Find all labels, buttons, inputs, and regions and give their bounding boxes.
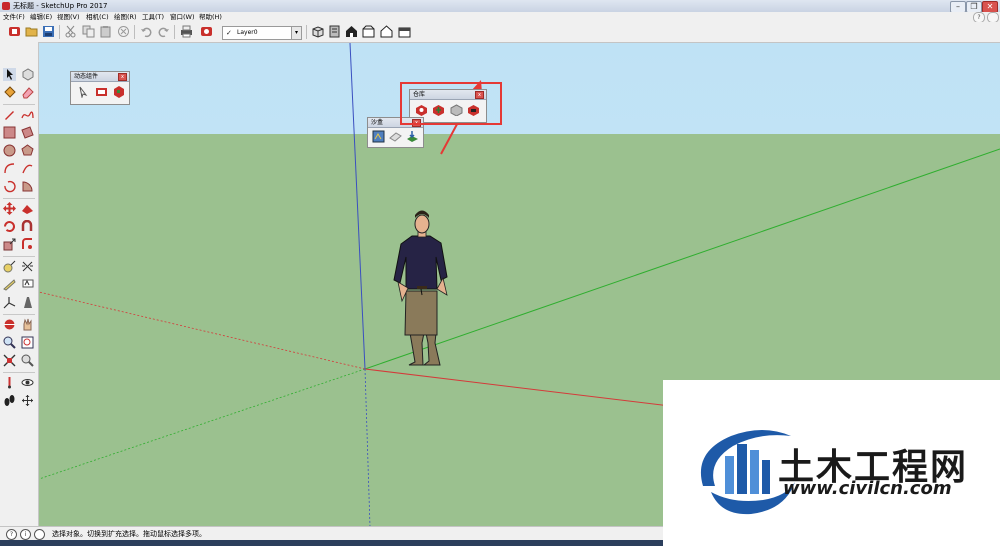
layer-name: Layer0 <box>237 29 258 36</box>
eraser-icon[interactable] <box>21 86 34 99</box>
print-icon[interactable] <box>180 25 193 38</box>
get-started-icon[interactable] <box>8 25 21 38</box>
model-info-icon[interactable] <box>200 25 213 38</box>
pan-hand-icon[interactable] <box>21 318 34 331</box>
component-attributes-icon[interactable] <box>112 85 125 98</box>
freehand-icon[interactable] <box>21 108 34 121</box>
palette-separator <box>3 198 35 199</box>
select-arrow-icon[interactable] <box>3 68 16 81</box>
status-info-icon[interactable]: i <box>20 529 31 540</box>
palette-separator <box>3 256 35 257</box>
menu-file[interactable]: 文件(F) <box>3 12 25 22</box>
paint-bucket-icon[interactable] <box>3 86 16 99</box>
zoom-extents-icon[interactable] <box>3 354 16 367</box>
civilcn-watermark: 土木工程网 www.civilcn.com <box>663 380 1000 546</box>
menu-edit[interactable]: 编辑(E) <box>30 12 52 22</box>
menu-help[interactable]: 帮助(H) <box>199 12 222 22</box>
rectangle-icon[interactable] <box>3 126 16 139</box>
menu-draw[interactable]: 绘图(R) <box>114 12 137 22</box>
status-geolocation-icon[interactable] <box>34 529 45 540</box>
move-icon[interactable] <box>3 202 16 215</box>
menu-view[interactable]: 视图(V) <box>57 12 80 22</box>
orbit-icon[interactable] <box>3 318 16 331</box>
zoom-window-icon[interactable] <box>21 336 34 349</box>
open-icon[interactable] <box>25 25 38 38</box>
interact-icon[interactable] <box>77 85 90 98</box>
title-bar: 无标题 - SketchUp Pro 2017 – ❐ ✕ <box>0 0 1000 13</box>
circle-icon[interactable] <box>3 144 16 157</box>
palette-separator <box>3 104 35 105</box>
toolbar-separator <box>174 25 175 39</box>
palette-separator <box>3 372 35 373</box>
cut-icon[interactable] <box>64 25 77 38</box>
rotated-rectangle-icon[interactable] <box>21 126 34 139</box>
panel-title: 动态组件 <box>74 73 99 80</box>
zoom-icon[interactable] <box>3 336 16 349</box>
scale-icon[interactable] <box>3 238 16 251</box>
rotate-icon[interactable] <box>3 220 16 233</box>
component-options-icon[interactable] <box>95 85 108 98</box>
look-around-icon[interactable] <box>21 376 34 389</box>
close-icon[interactable]: x <box>118 73 127 81</box>
redo-icon[interactable] <box>157 25 170 38</box>
protractor-icon[interactable] <box>3 278 16 291</box>
from-contours-icon[interactable] <box>372 130 385 143</box>
dimension-icon[interactable] <box>21 260 34 273</box>
status-help-icon[interactable]: ? <box>6 529 17 540</box>
two-point-arc-icon[interactable] <box>21 162 34 175</box>
toolbar-separator <box>59 25 60 39</box>
from-scratch-icon[interactable] <box>389 130 402 143</box>
tape-measure-icon[interactable] <box>3 260 16 273</box>
sketchup-app-icon <box>2 2 10 10</box>
copy-icon[interactable] <box>82 25 95 38</box>
layer-select[interactable]: ✓ Layer0 ▾ <box>222 26 302 40</box>
left-tool-palette <box>0 42 39 526</box>
top-view-icon[interactable] <box>328 25 341 38</box>
toolbar-separator <box>306 25 307 39</box>
toolbar-separator <box>134 25 135 39</box>
offset-icon[interactable] <box>21 238 34 251</box>
main-toolbar: ✓ Layer0 ▾ <box>0 22 1000 43</box>
make-component-icon[interactable] <box>21 68 34 81</box>
position-camera-icon[interactable] <box>3 376 16 389</box>
panel-title: 沙盒 <box>371 119 384 126</box>
smoove-icon[interactable] <box>406 130 419 143</box>
menu-window[interactable]: 窗口(W) <box>170 12 195 22</box>
erase-icon[interactable] <box>117 25 130 38</box>
left-view-icon[interactable] <box>398 25 411 38</box>
chevron-down-icon[interactable]: ▾ <box>291 27 301 39</box>
text-label-icon[interactable] <box>21 278 34 291</box>
axes-icon[interactable] <box>3 296 16 309</box>
pie-icon[interactable] <box>21 180 34 193</box>
previous-view-icon[interactable] <box>21 354 34 367</box>
line-pencil-icon[interactable] <box>3 108 16 121</box>
status-message: 选择对象。切换到扩充选择。拖动鼠标选择多项。 <box>52 530 206 538</box>
layer-visible-check-icon: ✓ <box>226 29 232 37</box>
follow-me-icon[interactable] <box>21 220 34 233</box>
push-pull-icon[interactable] <box>21 202 34 215</box>
warehouse-highlight-box <box>400 82 502 125</box>
dynamic-components-panel: 动态组件 x <box>70 71 130 105</box>
front-view-icon[interactable] <box>345 25 358 38</box>
iso-view-icon[interactable] <box>311 25 324 38</box>
watermark-url: www.civilcn.com <box>783 478 952 499</box>
palette-separator <box>3 314 35 315</box>
arc-icon[interactable] <box>3 162 16 175</box>
panel-header[interactable]: 动态组件 x <box>71 72 129 82</box>
walk-icon[interactable] <box>3 394 16 407</box>
three-point-arc-icon[interactable] <box>3 180 16 193</box>
section-plane-icon[interactable] <box>21 394 34 407</box>
right-view-icon[interactable] <box>362 25 375 38</box>
3d-text-icon[interactable] <box>21 296 34 309</box>
paste-icon[interactable] <box>99 25 112 38</box>
back-view-icon[interactable] <box>380 25 393 38</box>
undo-icon[interactable] <box>140 25 153 38</box>
menu-tools[interactable]: 工具(T) <box>142 12 164 22</box>
save-icon[interactable] <box>42 25 55 38</box>
window-title: 无标题 - SketchUp Pro 2017 <box>13 2 108 10</box>
menu-camera[interactable]: 相机(C) <box>86 12 109 22</box>
polygon-icon[interactable] <box>21 144 34 157</box>
